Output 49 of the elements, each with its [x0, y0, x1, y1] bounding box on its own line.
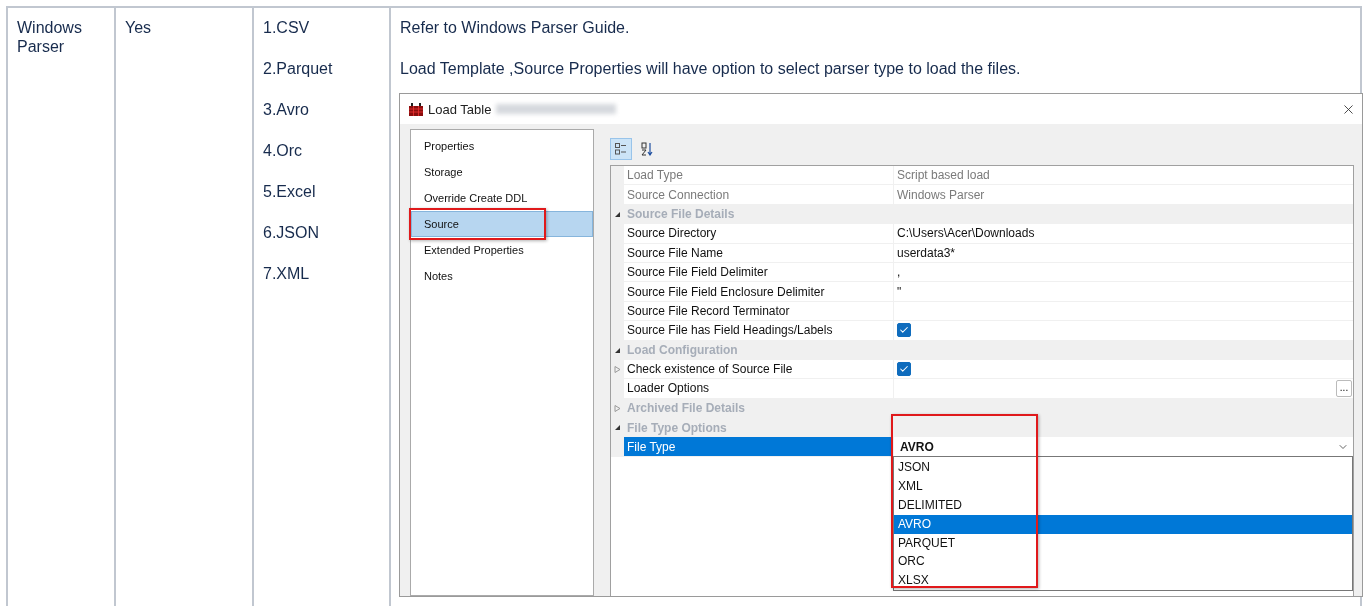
note-paragraph: Load Template ,Source Properties will have option to select parser type to load the files.	[400, 59, 1022, 78]
dropdown-option[interactable]: JSON	[894, 458, 1352, 478]
property-name: Loader Options	[624, 379, 894, 399]
format-item: 1.CSV	[263, 18, 311, 37]
format-item: 2.Parquet	[263, 59, 334, 78]
checkbox[interactable]	[897, 362, 911, 377]
dialog-title: Load Table	[428, 101, 492, 117]
dropdown-option[interactable]: AVRO	[894, 514, 1352, 534]
format-item: 4.Orc	[263, 141, 304, 160]
format-item: 3.Avro	[263, 100, 310, 119]
property-name: Source File has Field Headings/Labels	[624, 321, 894, 341]
dropdown-option[interactable]: ORC	[894, 552, 1352, 572]
property-name: Source Connection	[624, 185, 894, 205]
format-item: 5.Excel	[263, 182, 317, 201]
property-value[interactable]: "	[897, 284, 902, 299]
expanded-triangle-icon[interactable]	[614, 210, 621, 218]
nav-item[interactable]: Extended Properties	[411, 237, 593, 263]
parser-name: Windows Parser	[17, 18, 83, 56]
supported-value: Yes	[125, 18, 153, 37]
checkbox[interactable]	[897, 323, 911, 338]
property-name: Source File Field Enclosure Delimiter	[624, 282, 894, 302]
ellipsis-button[interactable]: ...	[1336, 380, 1352, 397]
nav-item[interactable]: Source	[411, 211, 593, 237]
property-name: Source Directory	[624, 224, 894, 244]
format-item: 7.XML	[263, 264, 311, 283]
sort-icon	[641, 142, 653, 156]
categorized-view-button[interactable]	[610, 138, 632, 160]
table-icon	[409, 102, 423, 116]
row-gutter	[611, 166, 624, 186]
expanded-triangle-icon[interactable]	[614, 424, 621, 432]
property-name: File Type	[624, 437, 894, 457]
property-name: Source File Name	[624, 243, 894, 263]
check-icon	[899, 325, 909, 336]
nav-item[interactable]: Properties	[411, 133, 593, 159]
nav-item[interactable]: Override Create DDL	[411, 185, 593, 211]
format-item: 6.JSON	[263, 223, 320, 242]
dropdown-option[interactable]: DELIMITED	[894, 496, 1352, 515]
nav-item[interactable]: Notes	[411, 263, 593, 289]
expanded-triangle-icon[interactable]	[614, 346, 621, 354]
property-value[interactable]: userdata3*	[897, 245, 956, 260]
check-icon	[899, 364, 909, 375]
nav-item[interactable]: Storage	[411, 159, 593, 185]
property-value[interactable]: ,	[897, 265, 901, 280]
property-value[interactable]: C:\Users\Acer\Downloads	[897, 226, 1035, 241]
category-list-icon	[615, 143, 627, 155]
note-paragraph: Refer to Windows Parser Guide.	[400, 18, 631, 37]
dropdown-value[interactable]: AVRO	[897, 439, 1337, 454]
dropdown-option[interactable]: XML	[894, 477, 1352, 497]
dropdown-option[interactable]: XLSX	[894, 571, 1352, 591]
